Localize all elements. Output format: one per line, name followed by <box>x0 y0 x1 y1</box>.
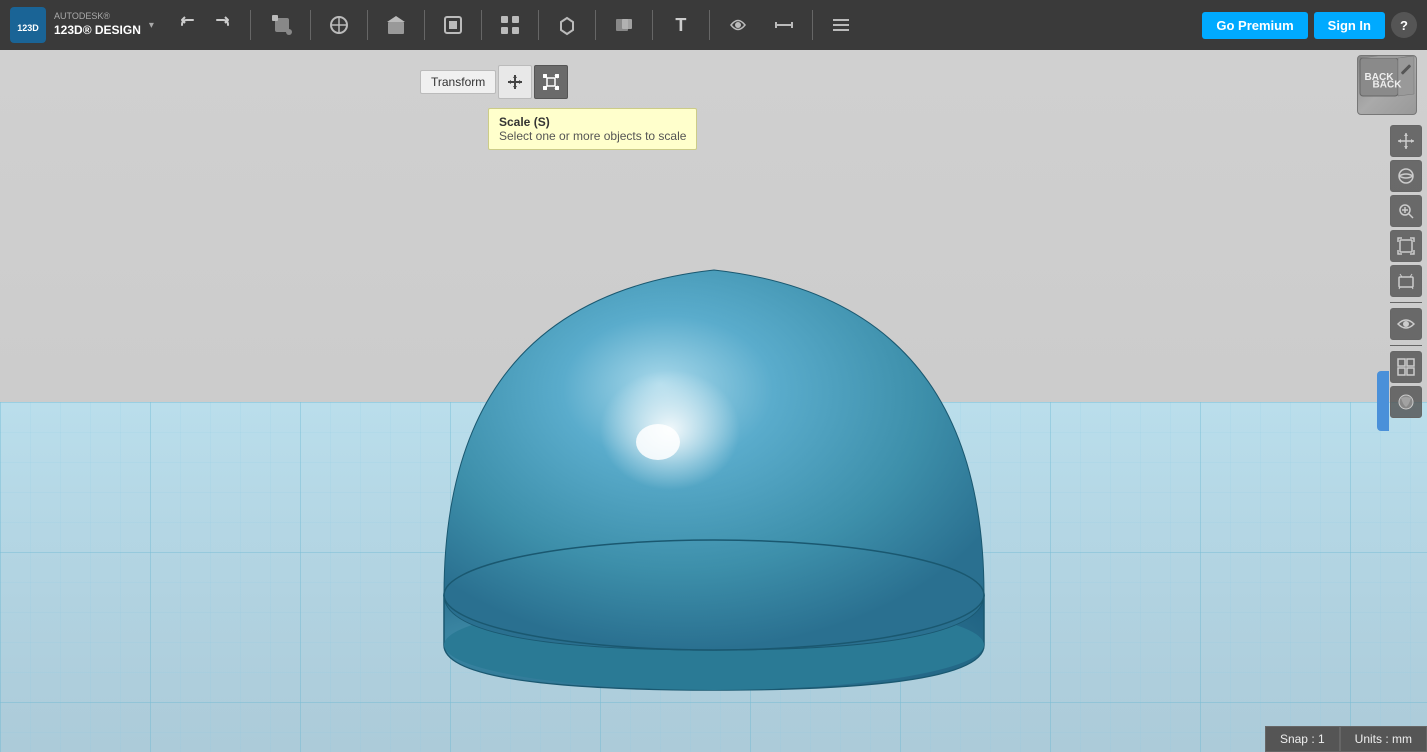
logo-area: 123D AUTODESK® 123D® DESIGN ▾ <box>0 7 164 43</box>
measure-tool-button[interactable] <box>767 8 801 42</box>
toolbar-divider-5 <box>481 10 482 40</box>
viewport[interactable]: Transform <box>0 50 1427 752</box>
perspective-button[interactable] <box>1390 265 1422 297</box>
toolbar-group-group <box>545 8 589 42</box>
topbar: 123D AUTODESK® 123D® DESIGN ▾ <box>0 0 1427 50</box>
toolbar-divider-2 <box>310 10 311 40</box>
toolbar-divider-3 <box>367 10 368 40</box>
group-tool-button[interactable] <box>550 8 584 42</box>
fit-all-button[interactable] <box>1390 230 1422 262</box>
toolbar-group-sketch <box>317 8 361 42</box>
statusbar: Snap : 1 Units : mm <box>1265 726 1427 752</box>
vp-divider-2 <box>1390 345 1422 346</box>
orbit-button[interactable] <box>1390 160 1422 192</box>
nav-cube-face[interactable]: BACK BACK <box>1357 55 1417 115</box>
move-tool-button[interactable] <box>265 8 299 42</box>
pan-button[interactable] <box>1390 125 1422 157</box>
toolbar-group-construct <box>374 8 418 42</box>
signin-button[interactable]: Sign In <box>1314 12 1385 39</box>
text-tool-button[interactable]: T <box>664 8 698 42</box>
toolbar-group-measure <box>762 8 806 42</box>
snap-tool-button[interactable] <box>721 8 755 42</box>
nav-cube-label: BACK <box>1373 80 1402 91</box>
grid-settings-button[interactable] <box>1390 351 1422 383</box>
app-logo-text: AUTODESK® 123D® DESIGN <box>54 11 141 38</box>
svg-text:123D: 123D <box>17 23 39 33</box>
view-options-button[interactable] <box>1390 308 1422 340</box>
snap-status[interactable]: Snap : 1 <box>1265 726 1340 752</box>
toolbar-divider-8 <box>652 10 653 40</box>
toolbar-divider-9 <box>709 10 710 40</box>
3d-dome-object <box>0 50 1427 752</box>
transform-label: Transform <box>420 70 496 94</box>
toolbar-divider-10 <box>812 10 813 40</box>
right-buttons: Go Premium Sign In ? <box>1202 12 1427 39</box>
toolbar-divider-4 <box>424 10 425 40</box>
brand-top: AUTODESK® <box>54 11 141 23</box>
toolbar-group-snap <box>716 8 760 42</box>
sketch-tool-button[interactable] <box>322 8 356 42</box>
modify-tool-button[interactable] <box>436 8 470 42</box>
logo-dropdown-arrow[interactable]: ▾ <box>149 20 154 31</box>
units-status[interactable]: Units : mm <box>1340 726 1427 752</box>
vp-divider <box>1390 302 1422 303</box>
undo-redo-group <box>164 9 246 41</box>
transform-toolbar: Transform <box>420 65 568 99</box>
brand-bottom: 123D® DESIGN <box>54 23 141 39</box>
toolbar-divider-7 <box>595 10 596 40</box>
combine-tool-button[interactable] <box>607 8 641 42</box>
move-transform-button[interactable] <box>498 65 532 99</box>
premium-button[interactable]: Go Premium <box>1202 12 1307 39</box>
undo-button[interactable] <box>172 9 204 41</box>
toolbar-divider-1 <box>250 10 251 40</box>
scale-transform-button[interactable] <box>534 65 568 99</box>
toolbar-group-transform <box>260 8 304 42</box>
toolbar-group-text: T <box>659 8 703 42</box>
app-logo-icon: 123D <box>10 7 46 43</box>
zoom-button[interactable] <box>1390 195 1422 227</box>
construct-tool-button[interactable] <box>379 8 413 42</box>
main-toolbar: T <box>255 8 1202 42</box>
material-button[interactable] <box>1390 386 1422 418</box>
layers-tool-button[interactable] <box>824 8 858 42</box>
pattern-tool-button[interactable] <box>493 8 527 42</box>
toolbar-group-combine <box>602 8 646 42</box>
help-button[interactable]: ? <box>1391 12 1417 38</box>
toolbar-group-modify <box>431 8 475 42</box>
toolbar-group-layers <box>819 8 863 42</box>
navigation-cube[interactable]: BACK BACK <box>1357 55 1422 120</box>
right-panel-toggle[interactable] <box>1377 371 1389 431</box>
toolbar-divider-6 <box>538 10 539 40</box>
viewport-controls <box>1390 125 1422 418</box>
toolbar-group-pattern <box>488 8 532 42</box>
redo-button[interactable] <box>206 9 238 41</box>
